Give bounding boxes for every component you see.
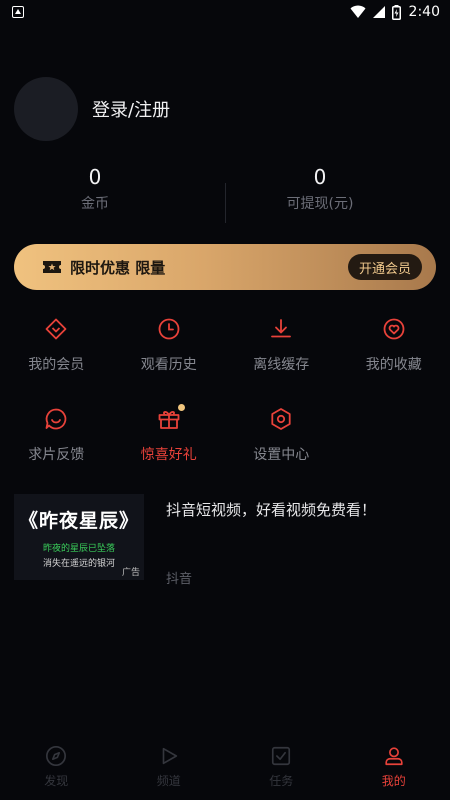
tab-label: 发现	[44, 774, 69, 788]
open-vip-button[interactable]: 开通会员	[347, 254, 422, 280]
ad-tag: 广告	[121, 568, 140, 578]
ad-thumbnail[interactable]: 《昨夜星辰》 昨夜的星辰已坠落 消失在遥远的银河 广告	[14, 494, 144, 580]
feature-my-favorites[interactable]: 我的收藏	[338, 316, 450, 406]
ad-source: 抖音	[166, 572, 193, 587]
coins-value: 0	[88, 165, 102, 189]
task-icon	[269, 744, 293, 768]
ad-thumb-line2: 消失在遥远的银河	[42, 558, 115, 569]
coins-stat[interactable]: 0 金币	[0, 163, 190, 225]
feature-label: 我的会员	[28, 357, 85, 373]
feature-label: 观看历史	[140, 357, 197, 373]
tab-label: 频道	[156, 774, 181, 788]
compass-icon	[44, 744, 68, 768]
feature-surprise-gift[interactable]: 惊喜好礼	[113, 404, 226, 496]
vip-promo-text: 限时优惠 限量	[70, 258, 166, 277]
ad-title[interactable]: 抖音短视频，好看视频免费看！	[166, 499, 376, 520]
wifi-icon	[350, 5, 366, 18]
feature-label: 惊喜好礼	[140, 447, 197, 463]
feature-label: 求片反馈	[28, 447, 85, 463]
ad-card[interactable]: 《昨夜星辰》 昨夜的星辰已坠落 消失在遥远的银河 广告 抖音短视频，好看视频免费…	[14, 494, 436, 587]
bottom-tab-bar: 发现 频道 任务 我的	[0, 736, 450, 800]
feature-watch-history[interactable]: 观看历史	[113, 316, 226, 406]
status-bar: 2:40	[0, 0, 450, 24]
tab-channel[interactable]: 频道	[113, 736, 226, 800]
login-register-link[interactable]: 登录/注册	[92, 96, 170, 122]
feature-offline-cache[interactable]: 离线缓存	[225, 316, 338, 406]
profile-header[interactable]: 登录/注册	[14, 77, 170, 141]
feature-label: 设置中心	[253, 447, 310, 463]
withdrawable-label: 可提现(元)	[286, 196, 354, 212]
feature-my-vip[interactable]: 我的会员	[0, 316, 113, 406]
gift-icon	[156, 404, 185, 432]
new-badge	[177, 404, 185, 411]
clock-icon	[156, 316, 182, 342]
chat-icon	[43, 406, 69, 432]
user-icon	[382, 744, 406, 768]
ticket-icon	[42, 259, 62, 275]
feature-settings-center[interactable]: 设置中心	[225, 406, 338, 496]
tab-label: 我的	[381, 774, 406, 788]
tab-tasks[interactable]: 任务	[225, 736, 338, 800]
ad-thumb-title: 《昨夜星辰》	[18, 509, 139, 532]
avatar[interactable]	[14, 77, 78, 141]
vip-promo-banner[interactable]: 限时优惠 限量 开通会员	[14, 244, 436, 290]
signal-icon	[372, 6, 385, 18]
hexagon-settings-icon	[268, 406, 294, 432]
tab-discover[interactable]: 发现	[0, 736, 113, 800]
vip-diamond-icon	[43, 316, 69, 342]
feature-label: 我的收藏	[365, 357, 422, 373]
tab-mine[interactable]: 我的	[338, 736, 450, 800]
app-notification-icon	[12, 6, 24, 18]
heart-icon	[381, 316, 407, 342]
coins-label: 金币	[81, 196, 109, 212]
stats-divider	[225, 183, 226, 223]
tab-label: 任务	[269, 774, 294, 788]
ad-thumb-line1: 昨夜的星辰已坠落	[42, 543, 115, 554]
feature-label: 离线缓存	[253, 357, 310, 373]
play-icon	[157, 744, 181, 768]
feature-grid: 我的会员 观看历史 离线缓存 我的收藏 求片反馈 惊喜好礼 设置中心	[0, 316, 450, 496]
battery-icon	[391, 4, 401, 20]
status-time: 2:40	[408, 4, 440, 20]
feature-request-feedback[interactable]: 求片反馈	[0, 406, 113, 496]
withdrawable-stat[interactable]: 0 可提现(元)	[190, 163, 450, 225]
download-icon	[268, 316, 294, 342]
withdrawable-value: 0	[313, 165, 327, 189]
